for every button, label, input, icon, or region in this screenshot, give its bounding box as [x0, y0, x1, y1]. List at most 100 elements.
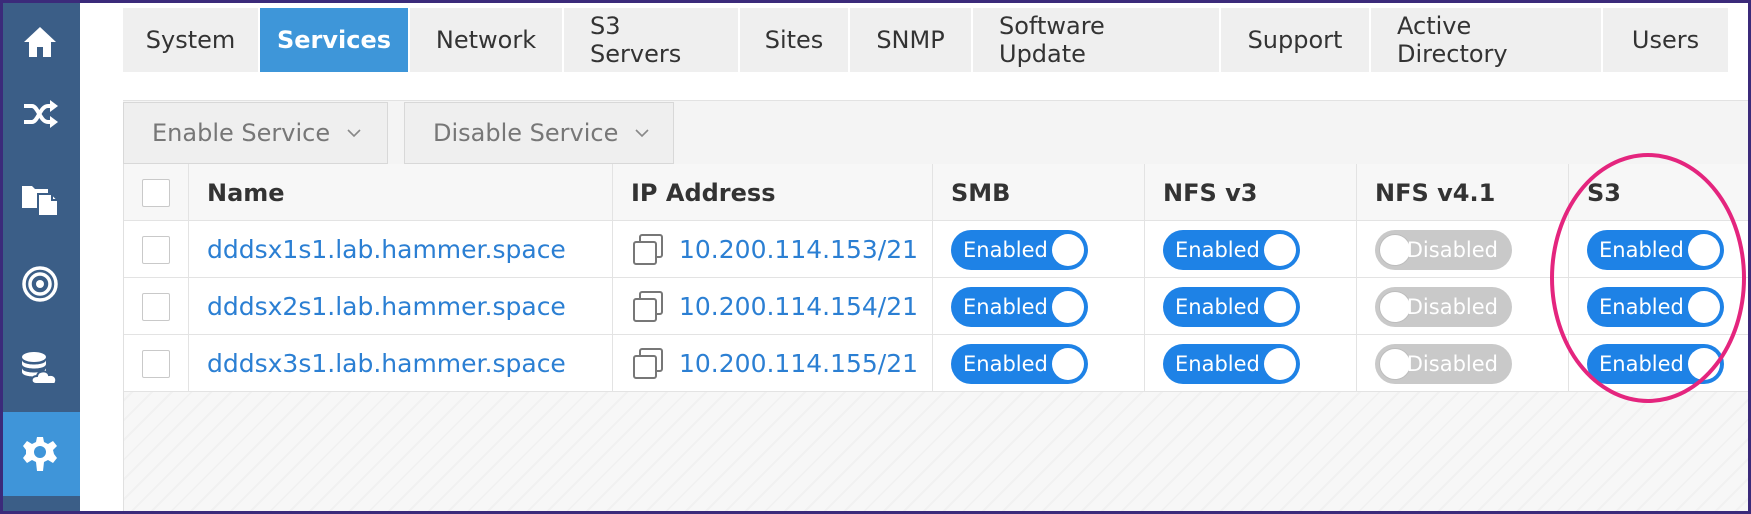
header-nfs3-label: NFS v3	[1163, 178, 1258, 207]
chevron-down-icon	[635, 129, 649, 138]
ip-address[interactable]: 10.200.114.155/21	[613, 347, 918, 381]
nfs3-cell: Enabled	[1145, 278, 1357, 335]
nfs3-toggle[interactable]: Enabled	[1163, 343, 1300, 384]
sidebar	[0, 0, 80, 514]
node-name-link[interactable]: dddsx3s1.lab.hammer.space	[189, 349, 566, 378]
smb-cell: Enabled	[933, 335, 1145, 392]
s3-toggle[interactable]: Enabled	[1587, 229, 1724, 270]
disable-service-button[interactable]: Disable Service	[404, 102, 674, 164]
nfs41-toggle-label: Disabled	[1406, 351, 1498, 376]
tab-support[interactable]: Support	[1221, 8, 1371, 72]
header-checkbox-cell	[124, 164, 189, 221]
nfs3-toggle-label: Enabled	[1175, 237, 1260, 262]
sidebar-item-storage[interactable]	[0, 326, 80, 410]
target-icon	[22, 266, 58, 302]
tab-network[interactable]: Network	[410, 8, 564, 72]
settings-tabs: System Services Network S3 Servers Sites…	[123, 8, 1730, 72]
nfs3-toggle[interactable]: Enabled	[1163, 286, 1300, 327]
ip-address-text: 10.200.114.155/21	[679, 349, 919, 378]
row-checkbox-cell	[124, 278, 189, 335]
tab-users[interactable]: Users	[1603, 8, 1730, 72]
shuffle-icon	[24, 100, 58, 128]
smb-toggle[interactable]: Enabled	[951, 229, 1088, 270]
toolbar: Enable Service Disable Service	[123, 100, 1751, 164]
ip-address[interactable]: 10.200.114.153/21	[613, 233, 918, 267]
toggle-knob	[1052, 233, 1084, 266]
header-name[interactable]: Name	[189, 164, 613, 221]
smb-toggle-label: Enabled	[963, 237, 1048, 262]
ip-address[interactable]: 10.200.114.154/21	[613, 290, 918, 324]
s3-cell: Enabled	[1569, 278, 1751, 335]
nfs41-cell: Disabled	[1357, 278, 1569, 335]
s3-toggle-label: Enabled	[1599, 351, 1684, 376]
copy-icon[interactable]	[631, 347, 665, 381]
chevron-down-icon	[347, 129, 361, 138]
tab-s3-servers[interactable]: S3 Servers	[564, 8, 740, 72]
nfs3-toggle-label: Enabled	[1175, 294, 1260, 319]
table-row: dddsx2s1.lab.hammer.space 10.200.114.154…	[124, 278, 1751, 335]
ip-cell: 10.200.114.155/21	[613, 335, 933, 392]
nfs41-toggle-label: Disabled	[1406, 237, 1498, 262]
services-table: Name IP Address SMB NFS v3 NFS v4.1 S3 d…	[123, 164, 1751, 514]
smb-cell: Enabled	[933, 278, 1145, 335]
header-s3-label: S3	[1587, 178, 1621, 207]
s3-toggle-label: Enabled	[1599, 237, 1684, 262]
header-nfs41[interactable]: NFS v4.1	[1357, 164, 1569, 221]
sidebar-item-target[interactable]	[0, 242, 80, 326]
header-smb-label: SMB	[951, 178, 1011, 207]
home-icon	[24, 27, 56, 57]
nfs3-toggle[interactable]: Enabled	[1163, 229, 1300, 270]
enable-service-button[interactable]: Enable Service	[123, 102, 388, 164]
nfs41-toggle[interactable]: Disabled	[1375, 343, 1512, 384]
tab-sites[interactable]: Sites	[740, 8, 850, 72]
nfs41-cell: Disabled	[1357, 335, 1569, 392]
row-checkbox-cell	[124, 221, 189, 278]
smb-toggle-label: Enabled	[963, 294, 1048, 319]
smb-toggle[interactable]: Enabled	[951, 343, 1088, 384]
header-ip[interactable]: IP Address	[613, 164, 933, 221]
s3-cell: Enabled	[1569, 335, 1751, 392]
name-cell: dddsx2s1.lab.hammer.space	[189, 278, 613, 335]
tab-software-update[interactable]: Software Update	[973, 8, 1221, 72]
smb-toggle-label: Enabled	[963, 351, 1048, 376]
node-name-link[interactable]: dddsx1s1.lab.hammer.space	[189, 235, 566, 264]
toggle-knob	[1264, 290, 1296, 323]
nfs41-toggle[interactable]: Disabled	[1375, 229, 1512, 270]
header-name-label: Name	[207, 178, 285, 207]
header-nfs41-label: NFS v4.1	[1375, 178, 1496, 207]
table-header-row: Name IP Address SMB NFS v3 NFS v4.1 S3	[124, 164, 1751, 221]
nfs3-toggle-label: Enabled	[1175, 351, 1260, 376]
sidebar-item-files[interactable]	[0, 156, 80, 240]
header-smb[interactable]: SMB	[933, 164, 1145, 221]
copy-icon[interactable]	[631, 233, 665, 267]
nfs41-toggle[interactable]: Disabled	[1375, 286, 1512, 327]
row-checkbox[interactable]	[142, 349, 170, 378]
toggle-knob	[1264, 347, 1296, 380]
select-all-checkbox[interactable]	[142, 178, 170, 207]
enable-service-label: Enable Service	[152, 119, 331, 147]
tab-active-directory[interactable]: Active Directory	[1371, 8, 1603, 72]
smb-toggle[interactable]: Enabled	[951, 286, 1088, 327]
copy-icon[interactable]	[631, 290, 665, 324]
s3-toggle[interactable]: Enabled	[1587, 343, 1724, 384]
sidebar-item-settings[interactable]	[0, 412, 80, 496]
nfs41-toggle-label: Disabled	[1406, 294, 1498, 319]
gear-icon	[23, 437, 57, 471]
tab-snmp[interactable]: SNMP	[850, 8, 973, 72]
toggle-knob	[1688, 347, 1720, 380]
toggle-knob	[1052, 347, 1084, 380]
tab-services[interactable]: Services	[260, 8, 410, 72]
table-row: dddsx1s1.lab.hammer.space 10.200.114.153…	[124, 221, 1751, 278]
header-nfs3[interactable]: NFS v3	[1145, 164, 1357, 221]
sidebar-item-shuffle[interactable]	[0, 72, 80, 156]
row-checkbox[interactable]	[142, 235, 170, 264]
s3-toggle[interactable]: Enabled	[1587, 286, 1724, 327]
node-name-link[interactable]: dddsx2s1.lab.hammer.space	[189, 292, 566, 321]
nfs3-cell: Enabled	[1145, 335, 1357, 392]
tab-system[interactable]: System	[123, 8, 260, 72]
header-s3[interactable]: S3	[1569, 164, 1751, 221]
row-checkbox[interactable]	[142, 292, 170, 321]
header-ip-label: IP Address	[631, 178, 776, 207]
nfs3-cell: Enabled	[1145, 221, 1357, 278]
database-cloud-icon	[22, 352, 58, 385]
